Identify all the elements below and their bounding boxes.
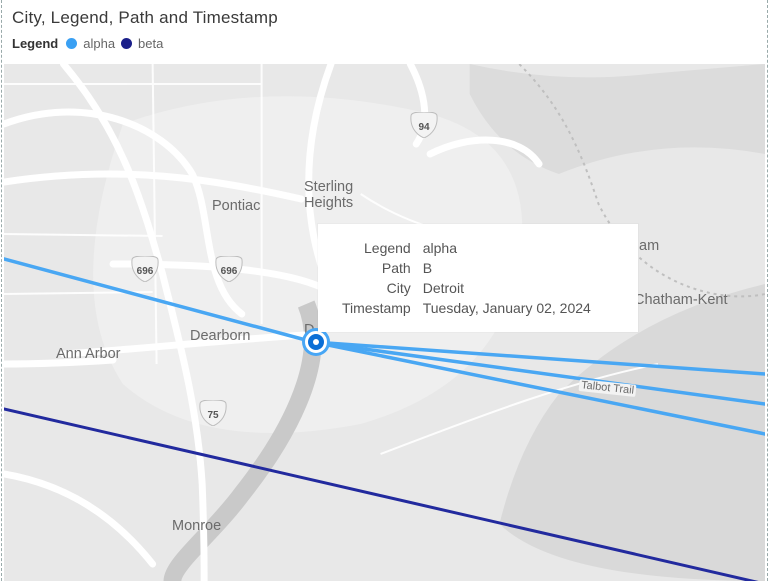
legend-swatch-alpha[interactable]: [66, 38, 77, 49]
tooltip-value: Tuesday, January 02, 2024: [417, 298, 597, 318]
legend-item-alpha[interactable]: alpha: [83, 36, 115, 51]
tooltip-value: Detroit: [417, 278, 597, 298]
tooltip-key: City: [336, 278, 417, 298]
legend-swatch-beta[interactable]: [121, 38, 132, 49]
legend-label: Legend: [12, 36, 58, 51]
tooltip-key: Legend: [336, 238, 417, 258]
tooltip-value: B: [417, 258, 597, 278]
tooltip-value: alpha: [417, 238, 597, 258]
tooltip-key: Timestamp: [336, 298, 417, 318]
map-canvas[interactable]: 94 696 696 75 Pontiac Sterling Heights D…: [4, 64, 765, 581]
header: City, Legend, Path and Timestamp: [2, 0, 767, 30]
legend: Legend alpha beta: [2, 30, 767, 61]
tooltip: Legend alpha Path B City Detroit Timesta…: [318, 224, 638, 332]
tooltip-row: Timestamp Tuesday, January 02, 2024: [336, 298, 597, 318]
tooltip-key: Path: [336, 258, 417, 278]
tooltip-row: Path B: [336, 258, 597, 278]
legend-item-beta[interactable]: beta: [138, 36, 163, 51]
chart-title: City, Legend, Path and Timestamp: [12, 8, 757, 28]
data-point-marker[interactable]: [305, 331, 327, 353]
tooltip-row: City Detroit: [336, 278, 597, 298]
report-frame: City, Legend, Path and Timestamp Legend …: [1, 0, 768, 581]
tooltip-row: Legend alpha: [336, 238, 597, 258]
